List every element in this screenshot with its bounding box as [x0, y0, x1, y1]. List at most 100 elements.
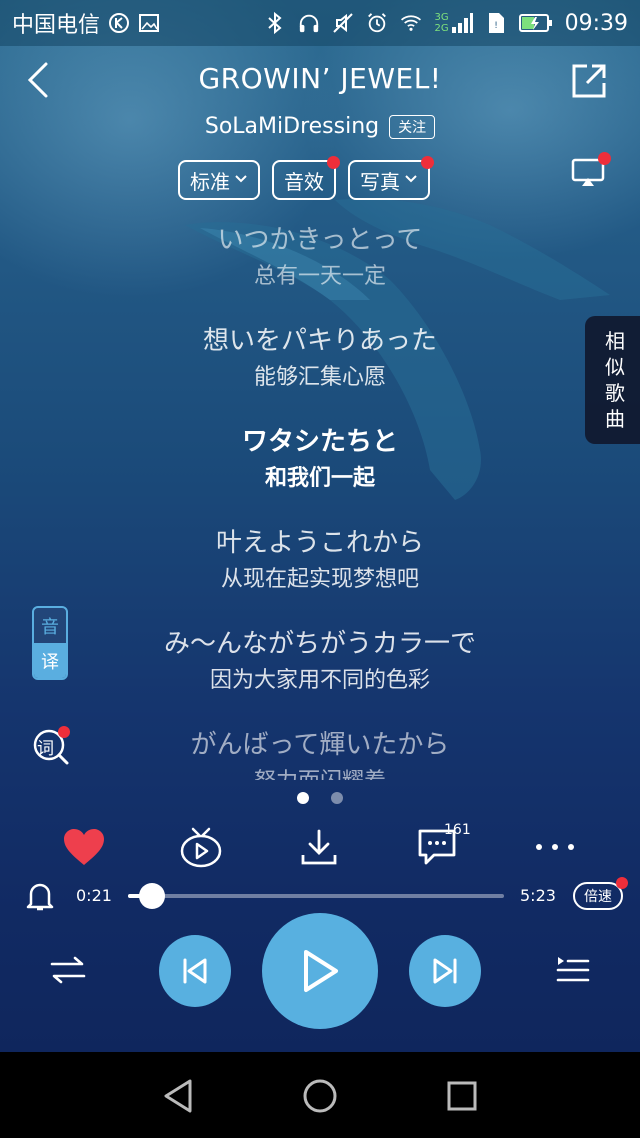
mute-icon	[332, 12, 354, 34]
lyric-line: いつかきっとって 总有一天一定	[100, 220, 540, 321]
notification-dot	[58, 726, 70, 738]
download-icon	[301, 829, 337, 865]
clock: 09:39	[564, 10, 628, 36]
sim-card-icon: !	[485, 12, 507, 34]
translation-label: 译	[34, 643, 66, 678]
ringtone-button[interactable]	[24, 880, 56, 912]
back-button[interactable]	[20, 60, 56, 100]
svg-text:!: !	[494, 21, 498, 31]
nav-back-button[interactable]	[158, 1076, 198, 1116]
comment-count: 161	[444, 822, 471, 838]
photo-chip[interactable]: 写真	[348, 156, 434, 200]
triangle-back-icon	[164, 1079, 192, 1113]
image-notification-icon	[138, 12, 160, 34]
bell-icon	[26, 883, 54, 911]
carrier-name: 中国电信	[12, 13, 101, 38]
progress-thumb[interactable]	[139, 883, 166, 909]
similar-songs-tab[interactable]: 相 似 歌 曲	[585, 316, 640, 444]
similar-songs-char: 曲	[605, 407, 625, 431]
share-icon	[572, 64, 606, 98]
lyric-translation: 努力而闪耀着	[100, 765, 540, 780]
chevron-down-icon	[404, 172, 418, 188]
page-indicator	[0, 792, 640, 804]
notification-dot	[327, 156, 340, 169]
alarm-icon	[366, 12, 388, 34]
next-button[interactable]	[409, 935, 481, 1007]
play-icon	[304, 950, 338, 992]
lyric-translation: 能够汇集心愿	[253, 365, 386, 390]
transliteration-toggle[interactable]: 音 译	[32, 606, 68, 680]
music-video-button[interactable]	[178, 824, 224, 870]
system-navigation-bar	[0, 1052, 640, 1138]
battery-charging-icon	[518, 12, 553, 34]
lyrics-search-button[interactable]: 词	[32, 726, 70, 766]
lyric-original: がんばって輝いたから	[190, 730, 450, 760]
play-order-button[interactable]	[48, 950, 88, 990]
notification-dot	[598, 152, 611, 165]
lyric-original: いつかきっとって	[217, 225, 423, 255]
play-button[interactable]	[262, 913, 378, 1029]
notification-dot	[616, 877, 628, 889]
k-badge-icon	[108, 12, 130, 34]
lyric-original: 想いをパキりあった	[202, 326, 437, 356]
lyric-line: がんばって輝いたから 努力而闪耀着	[100, 725, 540, 780]
follow-button[interactable]: 关注	[389, 114, 436, 139]
cellular-signal: 3G 2G	[434, 12, 473, 34]
square-recents-icon	[447, 1081, 477, 1111]
play-order-icon	[50, 956, 86, 984]
like-button[interactable]	[61, 824, 107, 870]
next-icon	[433, 958, 457, 984]
page-dot-active	[297, 792, 309, 804]
share-button[interactable]	[570, 62, 608, 100]
signal-bars-icon	[451, 13, 473, 33]
network-type-bottom: 2G	[434, 23, 449, 34]
photo-label: 写真	[360, 169, 400, 194]
action-row	[0, 824, 640, 874]
tv-play-icon	[180, 827, 222, 868]
transliteration-label: 音	[34, 608, 66, 643]
bluetooth-icon	[264, 11, 286, 35]
lyric-line-current: ワタシたちと 和我们一起	[100, 422, 540, 523]
speed-button[interactable]: 倍速	[573, 877, 628, 910]
notification-dot	[421, 156, 434, 169]
chevron-left-icon	[27, 62, 48, 98]
cast-button[interactable]	[570, 152, 611, 192]
lyric-translation: 和我们一起	[264, 466, 375, 491]
heart-icon	[64, 829, 104, 865]
progress-row: 0:21 5:23 倍速	[0, 876, 640, 916]
playback-controls	[0, 912, 640, 1029]
page-dot	[331, 792, 343, 804]
more-button[interactable]	[532, 824, 578, 870]
circle-home-icon	[303, 1079, 337, 1113]
progress-slider[interactable]	[128, 883, 504, 909]
playlist-button[interactable]	[552, 950, 592, 990]
lyric-line: 叶えようこれから 从现在起实现梦想吧	[100, 523, 540, 624]
similar-songs-char: 歌	[605, 381, 625, 405]
lyrics-panel[interactable]: いつかきっとって 总有一天一定 想いをパキりあった 能够汇集心愿 ワタシたちと …	[100, 220, 540, 780]
wifi-icon	[400, 12, 422, 34]
total-time: 5:23	[520, 886, 556, 905]
status-bar: 中国电信 3G 2G ! 09:39	[0, 0, 640, 46]
artist-row: SoLaMiDressing 关注	[0, 114, 640, 139]
artist-name[interactable]: SoLaMiDressing	[205, 114, 379, 139]
mode-chips: 标准 音效 写真	[178, 156, 434, 200]
sound-effect-label: 音效	[284, 169, 324, 194]
lyric-original: み〜んながちがうカラ一で	[163, 629, 476, 659]
speed-label: 倍速	[584, 889, 612, 905]
playlist-icon	[556, 957, 590, 982]
lyric-original: 叶えようこれから	[215, 528, 424, 558]
network-type-top: 3G	[434, 12, 449, 23]
previous-button[interactable]	[159, 935, 231, 1007]
download-button[interactable]	[296, 824, 342, 870]
lyric-translation: 从现在起实现梦想吧	[220, 567, 419, 592]
more-icon	[536, 844, 574, 850]
quality-chip[interactable]: 标准	[178, 160, 260, 200]
chevron-down-icon	[234, 172, 248, 188]
lyric-translation: 因为大家用不同的色彩	[209, 668, 430, 693]
nav-recents-button[interactable]	[442, 1076, 482, 1116]
lyrics-search-label: 词	[37, 739, 54, 759]
current-time: 0:21	[76, 886, 112, 905]
headphones-icon	[298, 12, 320, 34]
nav-home-button[interactable]	[300, 1076, 340, 1116]
sound-effect-chip[interactable]: 音效	[272, 156, 340, 200]
